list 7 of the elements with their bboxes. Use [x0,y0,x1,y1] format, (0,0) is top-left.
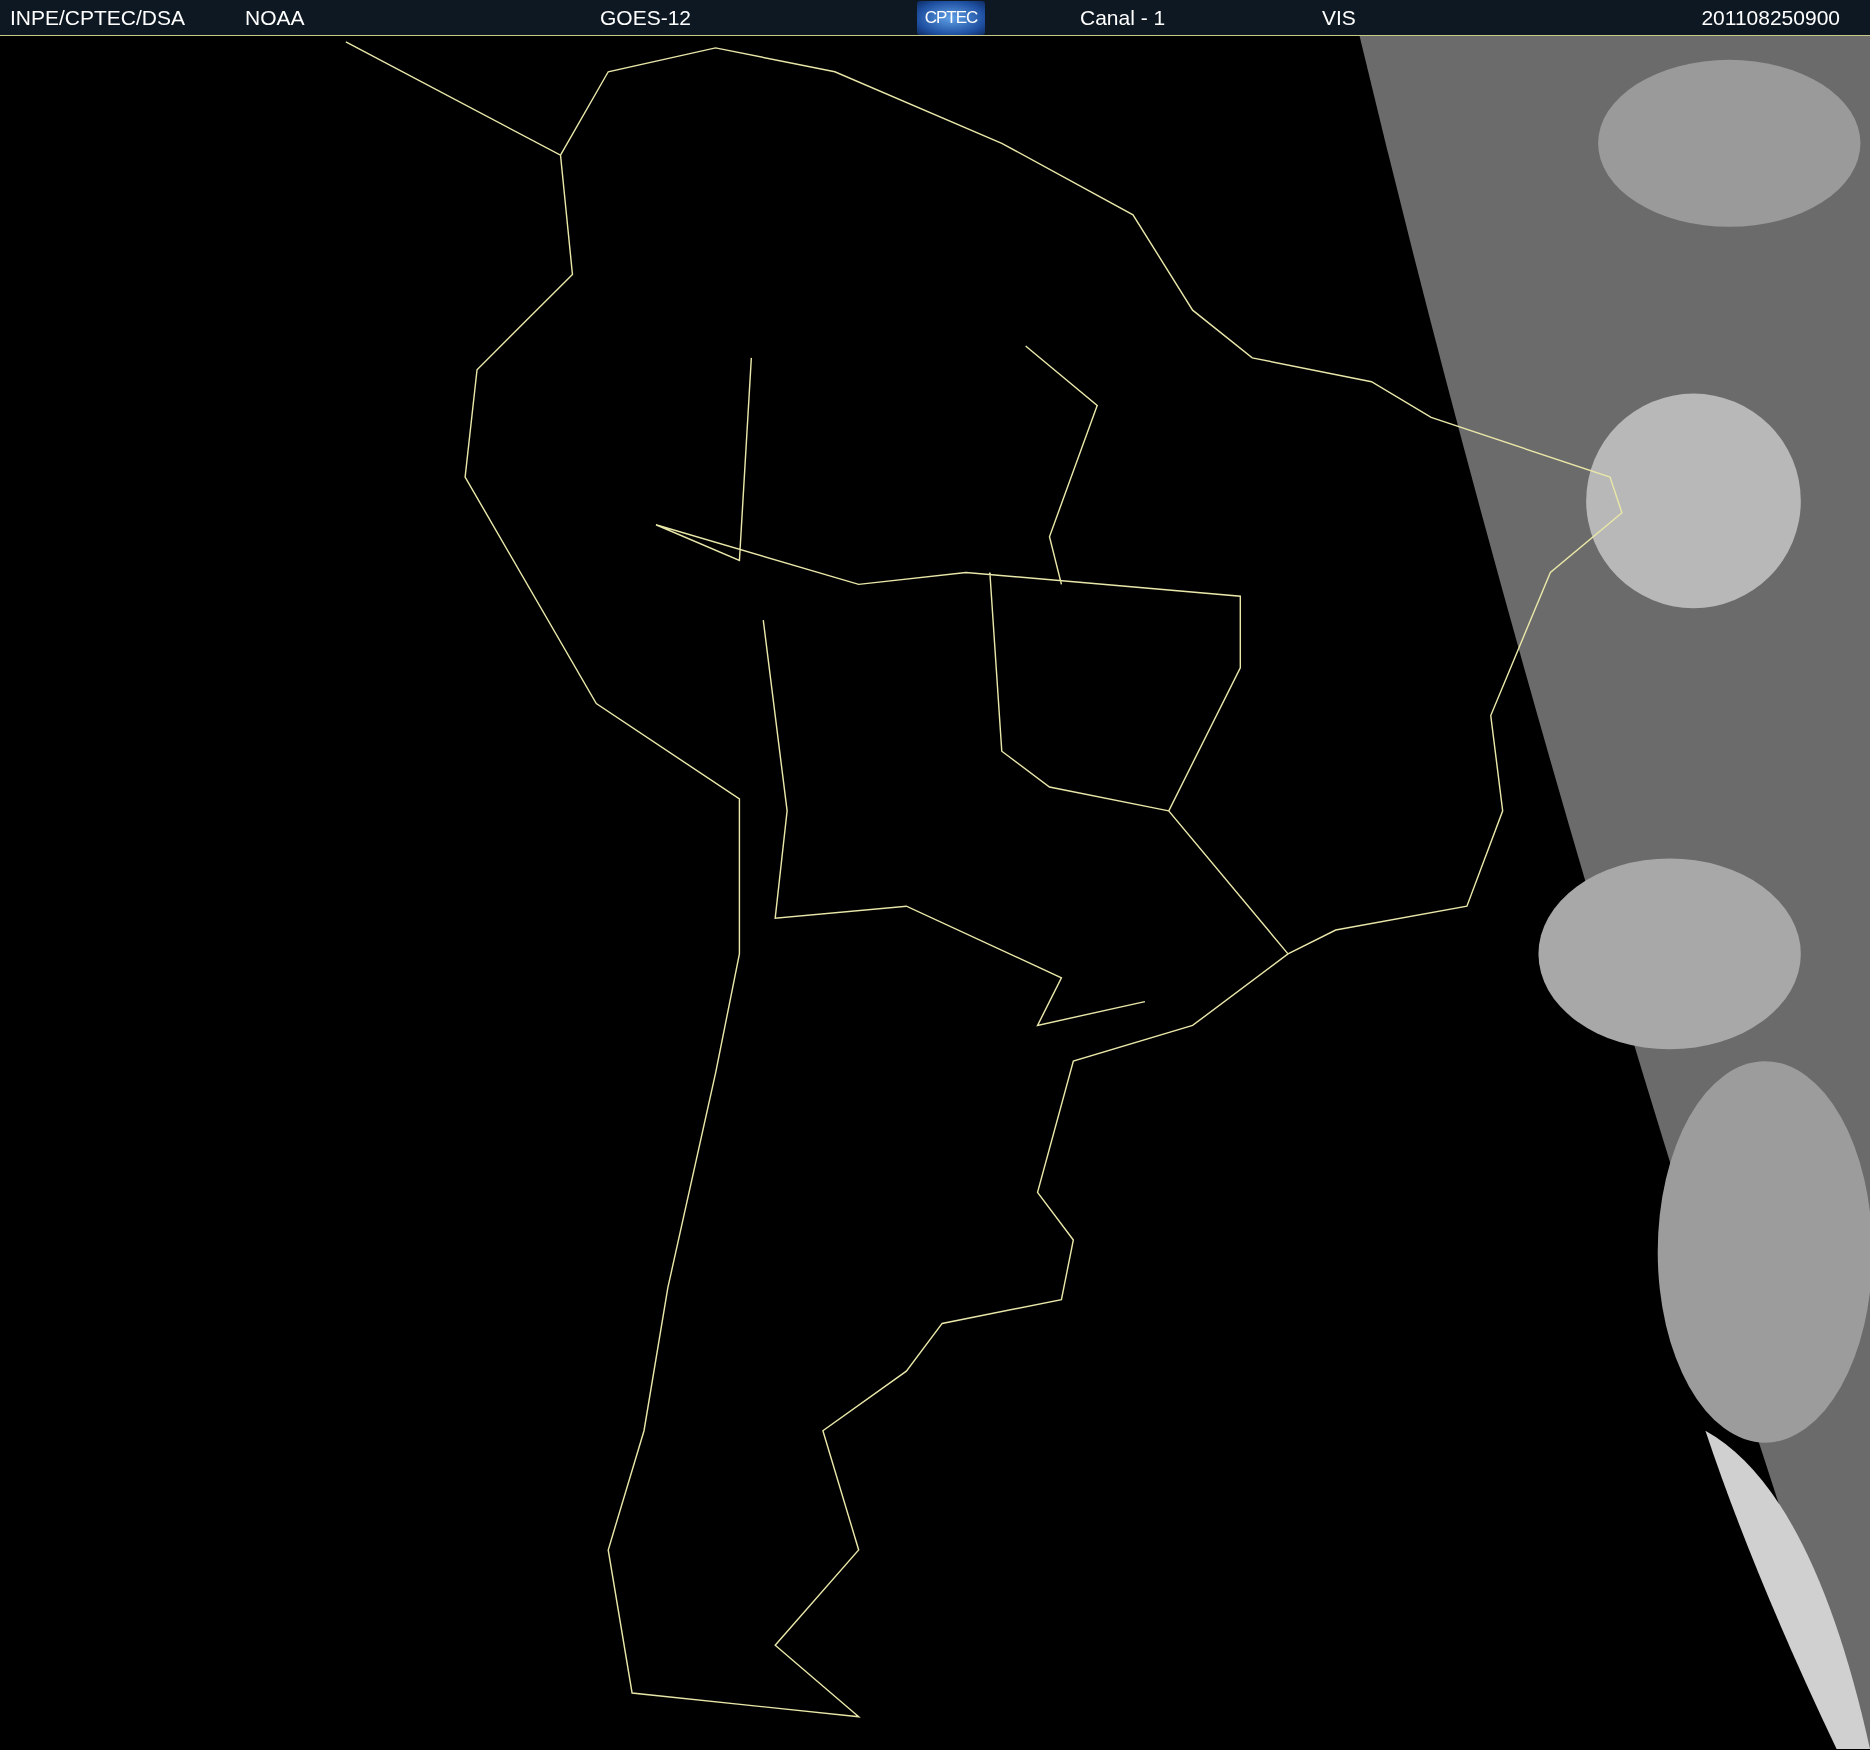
band-label: VIS [1322,5,1356,30]
satellite-label: GOES-12 [600,5,692,30]
agency-label: NOAA [245,5,305,30]
logo: CPTEC [917,0,985,35]
timestamp-label: 201108250900 [1701,5,1840,30]
channel-label: Canal - 1 [1080,5,1166,30]
source-label: INPE/CPTEC/DSA [10,5,186,30]
